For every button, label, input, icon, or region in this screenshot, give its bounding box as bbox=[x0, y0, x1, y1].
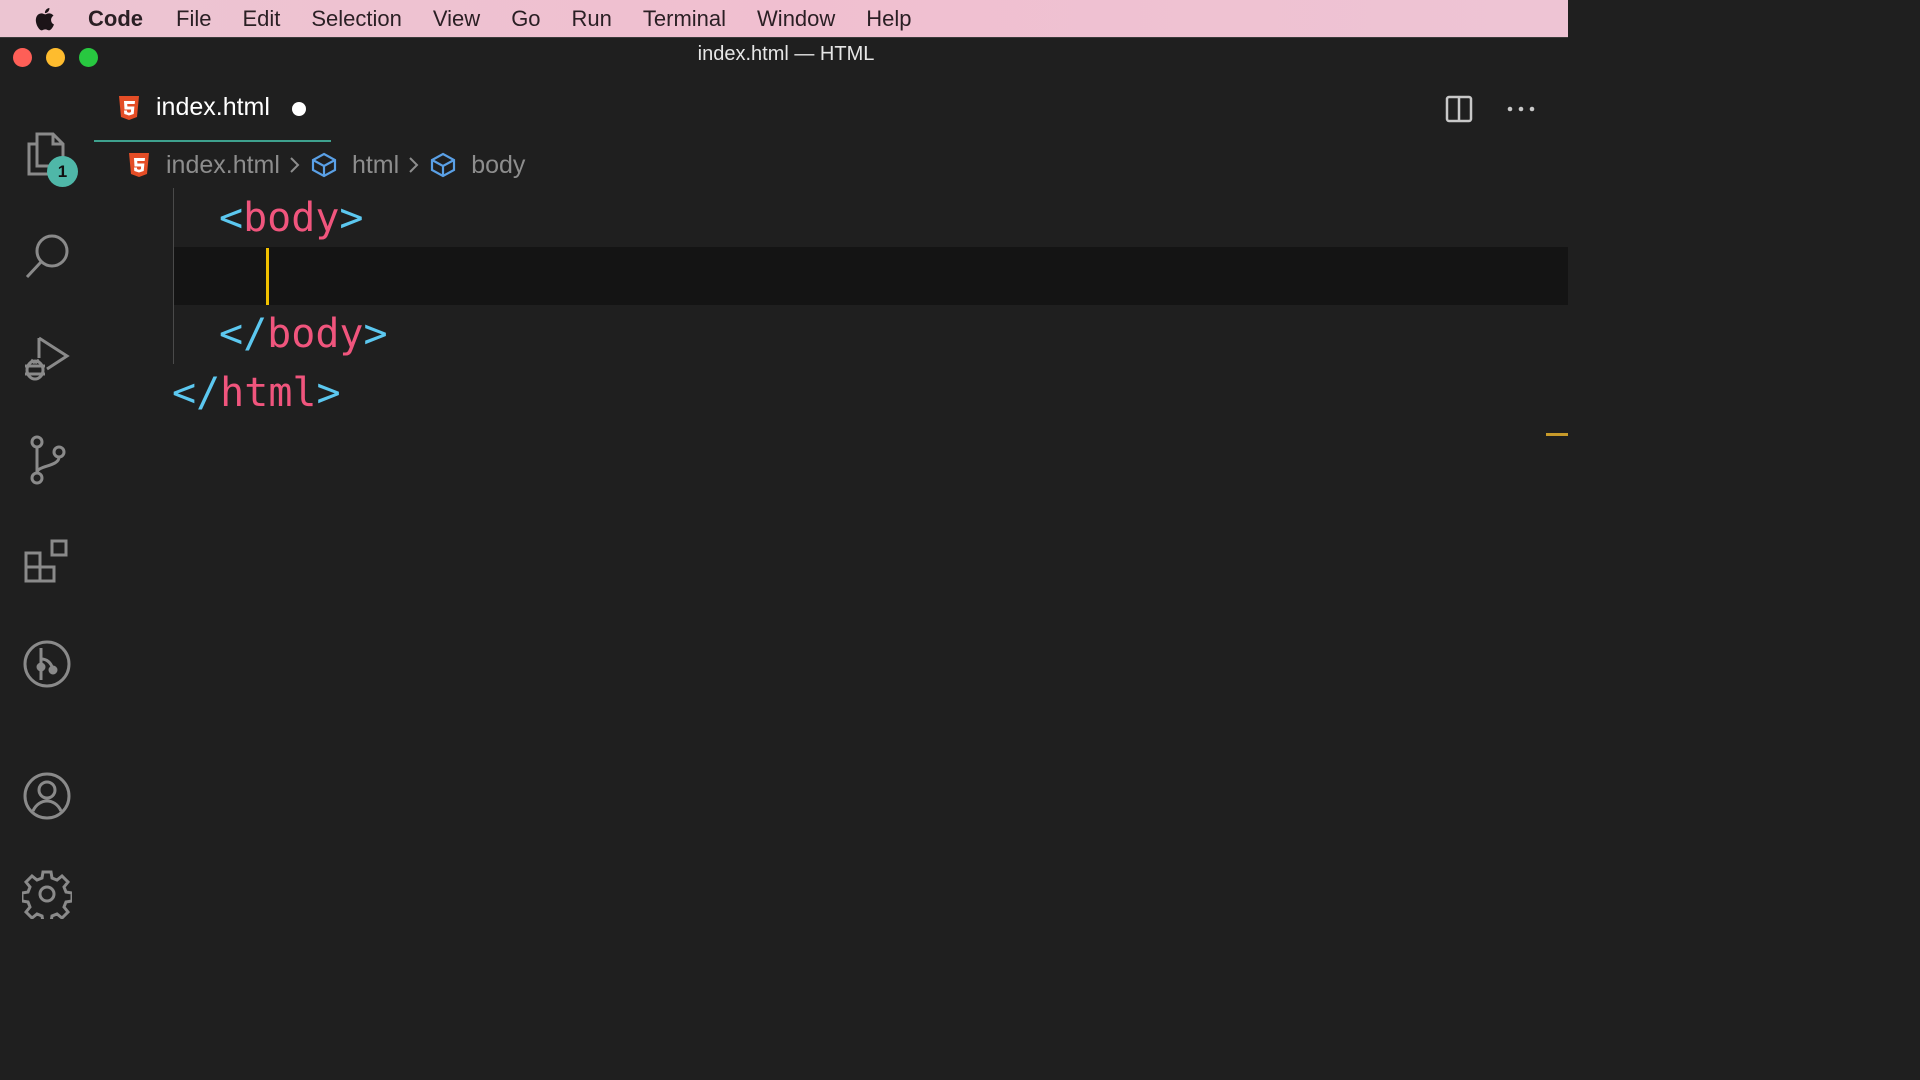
unsaved-changes-dot-icon[interactable] bbox=[292, 102, 306, 116]
cube-symbol-icon bbox=[429, 152, 457, 178]
current-line-highlight bbox=[174, 247, 1568, 305]
overview-ruler-marker bbox=[1546, 433, 1568, 436]
menu-window[interactable]: Window bbox=[757, 6, 835, 32]
vscode-window: index.html — HTML 1 index.html index.htm… bbox=[0, 37, 1568, 919]
breadcrumb-body[interactable]: body bbox=[429, 151, 525, 180]
menu-edit[interactable]: Edit bbox=[242, 6, 280, 32]
menu-code[interactable]: Code bbox=[88, 6, 143, 32]
breadcrumb-html-label: html bbox=[351, 150, 400, 179]
breadcrumb-file[interactable]: index.html bbox=[128, 151, 280, 180]
code-line[interactable]: <body> bbox=[219, 189, 364, 247]
settings-gear-icon[interactable] bbox=[21, 868, 73, 920]
title-bar: index.html — HTML bbox=[0, 38, 1568, 72]
breadcrumb-html[interactable]: html bbox=[310, 151, 399, 180]
tab-label: index.html bbox=[156, 93, 270, 121]
split-editor-icon[interactable] bbox=[1444, 94, 1474, 124]
breadcrumb: index.html html body bbox=[128, 148, 525, 182]
tab-index-html[interactable]: index.html bbox=[94, 72, 331, 142]
text-cursor bbox=[266, 248, 269, 305]
source-control-icon[interactable] bbox=[21, 434, 73, 486]
code-editor[interactable]: <body> </body> </html> bbox=[94, 184, 1568, 884]
accounts-icon[interactable] bbox=[21, 770, 73, 822]
menu-go[interactable]: Go bbox=[511, 6, 540, 32]
window-title: index.html — HTML bbox=[697, 43, 875, 65]
run-debug-icon[interactable] bbox=[21, 332, 73, 384]
chevron-right-icon bbox=[288, 155, 302, 175]
code-line[interactable]: </body> bbox=[219, 305, 388, 363]
html5-icon bbox=[128, 153, 150, 177]
menu-help[interactable]: Help bbox=[866, 6, 911, 32]
activity-bar: 1 bbox=[0, 72, 94, 919]
menu-view[interactable]: View bbox=[433, 6, 480, 32]
search-icon[interactable] bbox=[21, 230, 73, 282]
explorer-badge: 1 bbox=[47, 156, 78, 187]
html5-icon bbox=[118, 96, 140, 125]
macos-menu-bar: Code File Edit Selection View Go Run Ter… bbox=[0, 0, 1568, 37]
menu-run[interactable]: Run bbox=[572, 6, 612, 32]
indent-guide bbox=[173, 188, 174, 364]
code-line[interactable]: </html> bbox=[172, 364, 341, 422]
apple-logo-icon[interactable] bbox=[32, 6, 58, 32]
menu-file[interactable]: File bbox=[176, 6, 211, 32]
cube-symbol-icon bbox=[310, 152, 338, 178]
more-actions-icon[interactable] bbox=[1506, 94, 1536, 124]
breadcrumb-body-label: body bbox=[471, 150, 526, 179]
git-graph-icon[interactable] bbox=[21, 638, 73, 690]
breadcrumb-file-label: index.html bbox=[166, 150, 280, 179]
chevron-right-icon bbox=[407, 155, 421, 175]
menu-selection[interactable]: Selection bbox=[311, 6, 402, 32]
menu-terminal[interactable]: Terminal bbox=[643, 6, 726, 32]
editor-tab-bar: index.html bbox=[94, 72, 1568, 144]
extensions-icon[interactable] bbox=[21, 536, 73, 588]
